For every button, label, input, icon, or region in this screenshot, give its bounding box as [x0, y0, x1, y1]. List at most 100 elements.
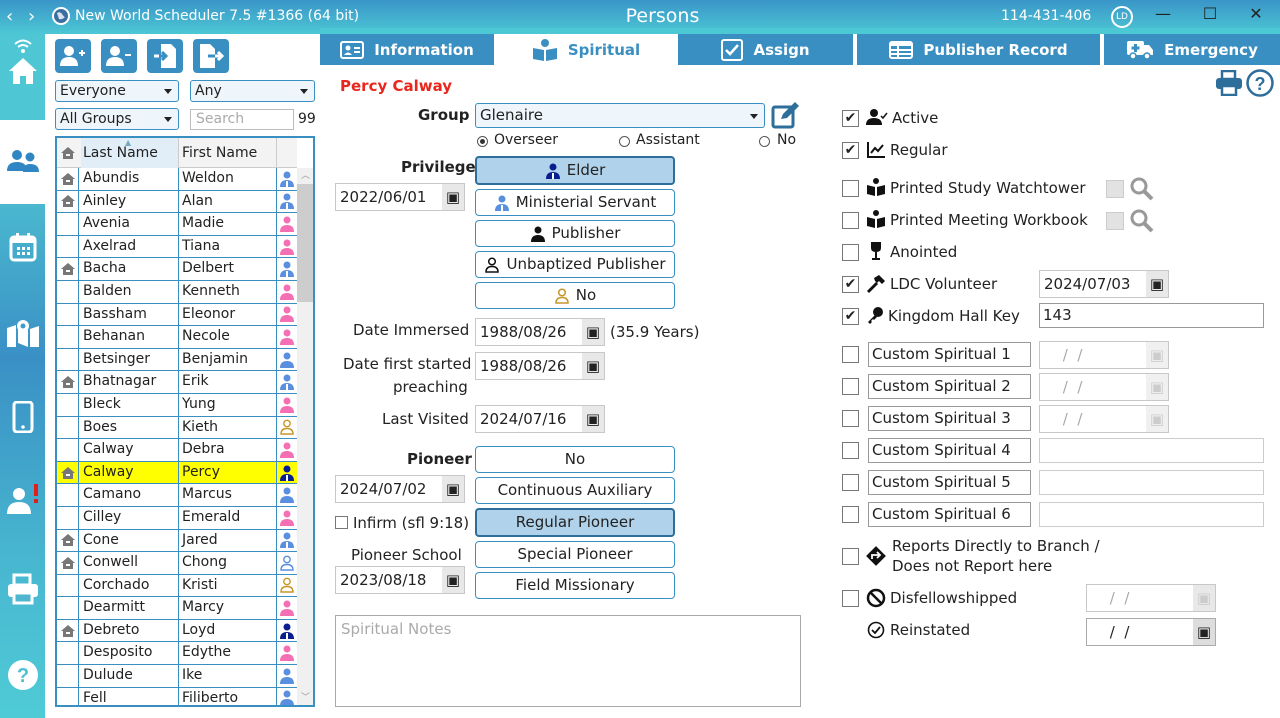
custom-spiritual-3-date-input[interactable]: / / ▣	[1039, 405, 1169, 433]
calendar-icon[interactable]: ▣	[582, 406, 604, 432]
table-row[interactable]: Debreto Loyd	[57, 619, 297, 643]
calendar-icon[interactable]: ▣	[1146, 374, 1168, 400]
table-row[interactable]: Balden Kenneth	[57, 280, 297, 304]
custom-spiritual-2-checkbox[interactable]	[842, 378, 859, 395]
custom-spiritual-1-date-input[interactable]: / / ▣	[1039, 341, 1169, 369]
table-row[interactable]: Dearmitt Marcy	[57, 597, 297, 620]
nav-person-alert[interactable]	[6, 482, 40, 516]
calendar-icon[interactable]: ▣	[442, 567, 464, 593]
type-filter-select[interactable]: Any	[190, 80, 315, 102]
table-row[interactable]: Bhatnagar Erik	[57, 371, 297, 394]
date-immersed-input[interactable]: 1988/08/26 ▣	[475, 318, 605, 346]
printed-watchtower-checkbox[interactable]	[842, 180, 859, 197]
column-last-name[interactable]: Last Name ▲	[81, 138, 179, 168]
table-row[interactable]: Behanan Necole	[57, 326, 297, 349]
last-visited-input[interactable]: 2024/07/16 ▣	[475, 405, 605, 433]
group-select[interactable]: Glenaire	[475, 103, 765, 128]
spiritual-notes-textarea[interactable]: Spiritual Notes	[335, 615, 801, 707]
role-no-radio[interactable]	[759, 136, 770, 147]
nav-home[interactable]	[6, 54, 40, 88]
help-button[interactable]: ?	[1246, 69, 1274, 101]
nav-mobile[interactable]	[6, 400, 40, 434]
scrollbar-thumb[interactable]	[297, 184, 313, 302]
privilege-ms-button[interactable]: Ministerial Servant	[475, 189, 675, 216]
anointed-checkbox[interactable]	[842, 244, 859, 261]
custom-spiritual-4-label-input[interactable]: Custom Spiritual 4	[868, 438, 1031, 463]
print-button[interactable]	[1215, 69, 1243, 100]
custom-spiritual-5-checkbox[interactable]	[842, 474, 859, 491]
privilege-date-input[interactable]: 2022/06/01 ▣	[335, 183, 465, 211]
disfellowshipped-checkbox[interactable]	[842, 590, 859, 607]
ldc-checkbox[interactable]: ✔	[842, 276, 859, 293]
custom-spiritual-4-checkbox[interactable]	[842, 442, 859, 459]
table-row[interactable]: Camano Marcus	[57, 484, 297, 507]
search-input[interactable]: Search	[190, 109, 294, 130]
table-row[interactable]: Conwell Chong	[57, 552, 297, 575]
calendar-icon[interactable]: ▣	[582, 353, 604, 379]
column-first-name[interactable]: First Name	[179, 138, 277, 168]
custom-spiritual-5-label-input[interactable]: Custom Spiritual 5	[868, 470, 1031, 495]
nav-persons[interactable]	[6, 144, 40, 178]
kingdom-hall-key-input[interactable]: 143	[1039, 303, 1264, 328]
date-started-input[interactable]: 1988/08/26 ▣	[475, 352, 605, 380]
calendar-icon[interactable]: ▣	[1146, 271, 1168, 297]
calendar-icon[interactable]: ▣	[1146, 342, 1168, 368]
regular-checkbox[interactable]: ✔	[842, 142, 859, 159]
table-row[interactable]: Betsinger Benjamin	[57, 348, 297, 372]
import-button[interactable]	[147, 39, 183, 73]
calendar-icon[interactable]: ▣	[1146, 406, 1168, 432]
pioneer-special-button[interactable]: Special Pioneer	[475, 541, 675, 568]
pioneer-continuous-auxiliary-button[interactable]: Continuous Auxiliary	[475, 477, 675, 504]
search-icon[interactable]	[1130, 177, 1154, 205]
table-row[interactable]: Bassham Eleonor	[57, 303, 297, 327]
table-row[interactable]: Bacha Delbert	[57, 258, 297, 281]
role-overseer-radio[interactable]	[477, 136, 488, 147]
pioneer-date-input[interactable]: 2024/07/02 ▣	[335, 475, 465, 503]
custom-spiritual-6-checkbox[interactable]	[842, 506, 859, 523]
edit-group-button[interactable]	[771, 101, 801, 133]
table-row[interactable]: Boes Kieth	[57, 416, 297, 440]
table-row[interactable]: Dulude Ike	[57, 665, 297, 688]
custom-spiritual-6-value-input[interactable]	[1039, 502, 1264, 527]
table-row[interactable]: Cilley Emerald	[57, 506, 297, 530]
nav-map[interactable]	[6, 316, 40, 350]
active-checkbox[interactable]: ✔	[842, 110, 859, 127]
add-person-button[interactable]	[55, 39, 91, 73]
remove-person-button[interactable]	[101, 39, 137, 73]
tab-publisher-record[interactable]: Publisher Record	[857, 34, 1100, 65]
pioneer-regular-button[interactable]: Regular Pioneer	[475, 508, 675, 537]
calendar-icon[interactable]: ▣	[582, 319, 604, 345]
nav-calendar[interactable]	[6, 230, 40, 264]
kingdom-hall-key-checkbox[interactable]: ✔	[842, 308, 859, 325]
custom-spiritual-3-label-input[interactable]: Custom Spiritual 3	[868, 406, 1031, 431]
home-column-icon[interactable]	[60, 146, 76, 164]
nav-help[interactable]: ?	[6, 658, 40, 692]
maximize-button[interactable]: ☐	[1195, 4, 1225, 23]
table-row[interactable]: Cone Jared	[57, 529, 297, 553]
disfellowshipped-date-input[interactable]: / / ▣	[1086, 584, 1216, 612]
custom-spiritual-2-label-input[interactable]: Custom Spiritual 2	[868, 374, 1031, 399]
group-filter-select[interactable]: All Groups	[55, 108, 179, 130]
table-row[interactable]: Calway Debra	[57, 439, 297, 462]
table-row[interactable]: Avenia Madie	[57, 213, 297, 236]
nav-print[interactable]	[6, 572, 40, 606]
tab-emergency[interactable]: Emergency	[1104, 34, 1280, 65]
calendar-icon[interactable]: ▣	[442, 476, 464, 502]
table-row[interactable]: Calway Percy	[57, 461, 297, 485]
privilege-unbaptized-button[interactable]: Unbaptized Publisher	[475, 251, 675, 278]
close-button[interactable]: ✕	[1241, 4, 1271, 23]
calendar-icon[interactable]: ▣	[1193, 619, 1215, 645]
custom-spiritual-1-label-input[interactable]: Custom Spiritual 1	[868, 342, 1031, 367]
custom-spiritual-4-value-input[interactable]	[1039, 438, 1264, 463]
table-row[interactable]: Abundis Weldon	[57, 168, 297, 191]
export-button[interactable]	[193, 39, 229, 73]
search-icon[interactable]	[1130, 209, 1154, 237]
pioneer-no-button[interactable]: No	[475, 446, 675, 473]
custom-spiritual-6-label-input[interactable]: Custom Spiritual 6	[868, 502, 1031, 527]
tab-assign[interactable]: Assign	[678, 34, 853, 65]
custom-spiritual-1-checkbox[interactable]	[842, 346, 859, 363]
role-assistant-radio[interactable]	[619, 136, 630, 147]
grid-scrollbar[interactable]: ︿ ﹀	[297, 168, 313, 705]
pioneer-field-missionary-button[interactable]: Field Missionary	[475, 572, 675, 599]
privilege-no-button[interactable]: No	[475, 282, 675, 309]
